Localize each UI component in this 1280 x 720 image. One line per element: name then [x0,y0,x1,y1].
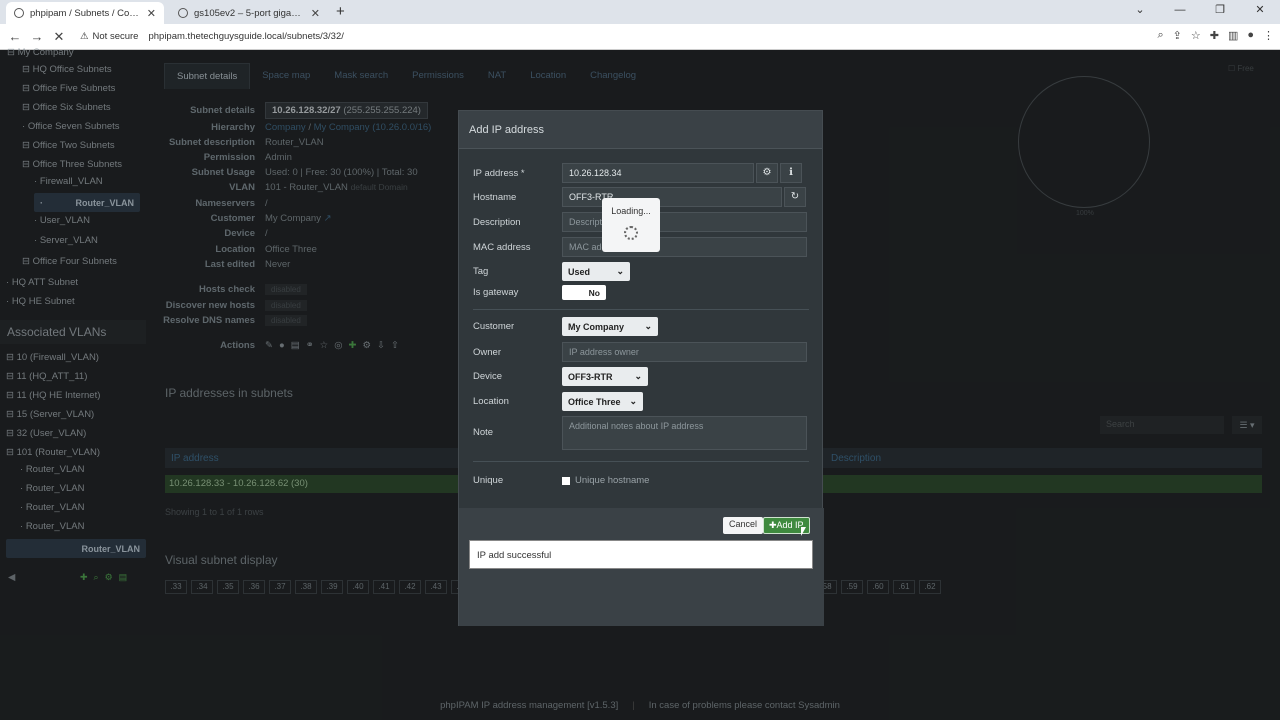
chevron-down-icon: ⌄ [634,371,642,381]
share-icon[interactable]: ⇪ [1173,29,1182,42]
cancel-button[interactable]: Cancel [723,517,764,534]
close-window-icon[interactable]: ✕ [1240,0,1280,22]
loading-text: Loading... [611,206,651,216]
location-row: Location Office Three ⌄ [473,392,809,411]
browser-tab-bar: phpipam / Subnets / Company ✕ gs105ev2 –… [0,0,1280,24]
info-icon[interactable]: ℹ [780,163,802,183]
ip-address-input[interactable]: 10.26.128.34 [562,163,754,183]
add-ip-modal: Add IP address IP address * 10.26.128.34… [458,110,824,626]
divider [473,461,809,462]
is-gateway-toggle[interactable]: No [562,285,606,300]
owner-row: Owner IP address owner [473,342,809,362]
phpipam-favicon-icon [14,8,24,18]
device-row: Device OFF3-RTR ⌄ [473,367,809,386]
chevron-down-icon: ⌄ [629,396,637,406]
spinner-icon [624,226,638,240]
maximize-icon[interactable]: ❐ [1200,0,1240,22]
url-field[interactable]: phpipam.thetechguysguide.local/subnets/3… [148,31,343,42]
customer-select[interactable]: My Company ⌄ [562,317,658,336]
unique-row: Unique Unique hostname [473,475,650,486]
tab-title: phpipam / Subnets / Company [30,7,141,19]
loading-indicator: Loading... [602,198,660,252]
bookmark-star-icon[interactable]: ☆ [1191,29,1201,42]
note-textarea[interactable]: Additional notes about IP address [562,416,807,450]
unique-hostname-checkbox[interactable] [562,476,570,485]
browser-tab-netgear[interactable]: gs105ev2 – 5-port gigabit prod ✕ [170,2,328,24]
location-select[interactable]: Office Three ⌄ [562,392,643,411]
close-tab-icon[interactable]: ✕ [147,7,156,20]
sidepanel-icon[interactable]: ▥ [1228,29,1238,42]
divider [473,309,809,310]
forward-icon[interactable]: → [26,29,48,44]
back-icon[interactable]: ← [4,29,26,44]
gateway-row: Is gateway No [473,285,809,300]
tag-row: Tag Used ⌄ [473,262,809,281]
owner-input[interactable]: IP address owner [562,342,807,362]
page: ⊟ My Company ⊟ HQ Office Subnets ⊟ Offic… [0,47,1280,720]
menu-icon[interactable]: ⋮ [1263,29,1274,42]
address-bar: ← → ✕ ⚠ Not secure phpipam.thetechguysgui… [0,24,1280,50]
globe-favicon-icon [178,8,188,18]
hostname-input[interactable]: OFF3-RTR [562,187,782,207]
customer-row: Customer My Company ⌄ [473,317,809,336]
refresh-icon[interactable]: ↻ [784,187,806,207]
window-controls: ⌄ — ❐ ✕ [1120,0,1280,22]
security-label: Not secure [92,31,139,42]
profile-icon[interactable]: ● [1247,29,1254,42]
plus-icon: ✚ [769,520,777,530]
ip-address-row: IP address * 10.26.128.34 ⚙ ℹ [473,163,809,183]
find-free-ip-icon[interactable]: ⚙ [756,163,778,183]
security-indicator[interactable]: ⚠ Not secure [80,31,138,42]
chevron-down-icon: ⌄ [644,321,652,331]
result-message: IP add successful [469,540,813,569]
browser-tab-phpipam[interactable]: phpipam / Subnets / Company ✕ [6,2,164,24]
mac-input[interactable]: MAC address [562,237,807,257]
device-select[interactable]: OFF3-RTR ⌄ [562,367,648,386]
browser-toolbar-icons: ⌕ ⇪ ☆ ✚ ▥ ● ⋮ [1157,29,1274,42]
tab-search-icon[interactable]: ⌄ [1120,0,1160,22]
unique-hostname-label: Unique hostname [575,475,650,486]
minimize-icon[interactable]: — [1160,0,1200,22]
mouse-cursor-icon [801,527,806,536]
zoom-icon[interactable]: ⌕ [1157,29,1163,42]
extensions-icon[interactable]: ✚ [1210,29,1219,42]
close-tab-icon[interactable]: ✕ [311,7,320,20]
warning-icon: ⚠ [80,31,89,42]
tab-title: gs105ev2 – 5-port gigabit prod [194,7,305,19]
modal-title: Add IP address [459,111,822,149]
chevron-down-icon: ⌄ [616,266,624,276]
description-input[interactable]: Description [562,212,807,232]
new-tab-icon[interactable]: + [336,2,345,24]
tag-select[interactable]: Used ⌄ [562,262,630,281]
note-row: Note Additional notes about IP address [473,416,809,450]
modal-footer: Cancel ✚Add IP IP add successful [459,508,824,626]
stop-icon[interactable]: ✕ [48,29,70,45]
